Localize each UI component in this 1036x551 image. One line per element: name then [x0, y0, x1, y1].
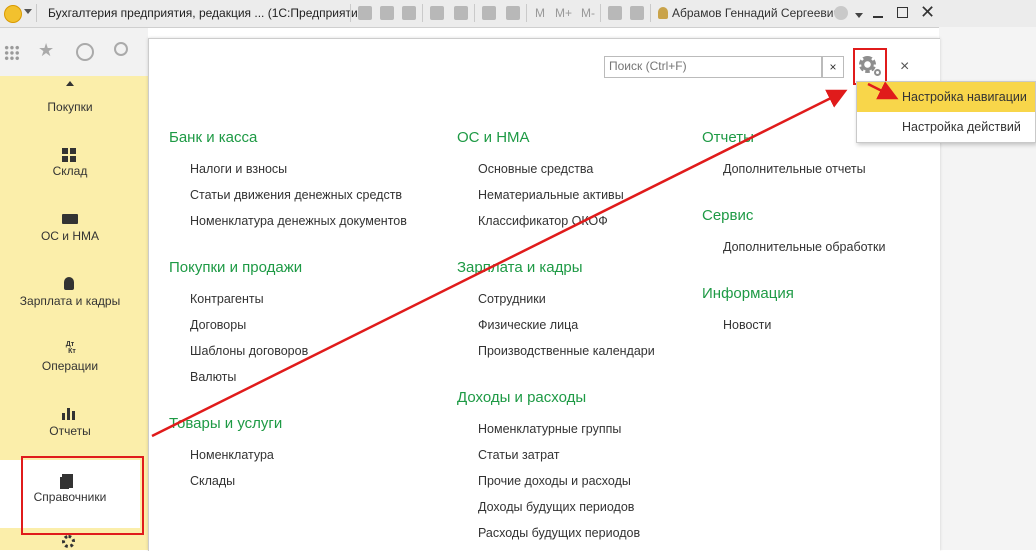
annotation-arrow-short [867, 81, 899, 100]
annotation-arrow-long [151, 89, 848, 438]
annotation-arrows [151, 81, 899, 438]
